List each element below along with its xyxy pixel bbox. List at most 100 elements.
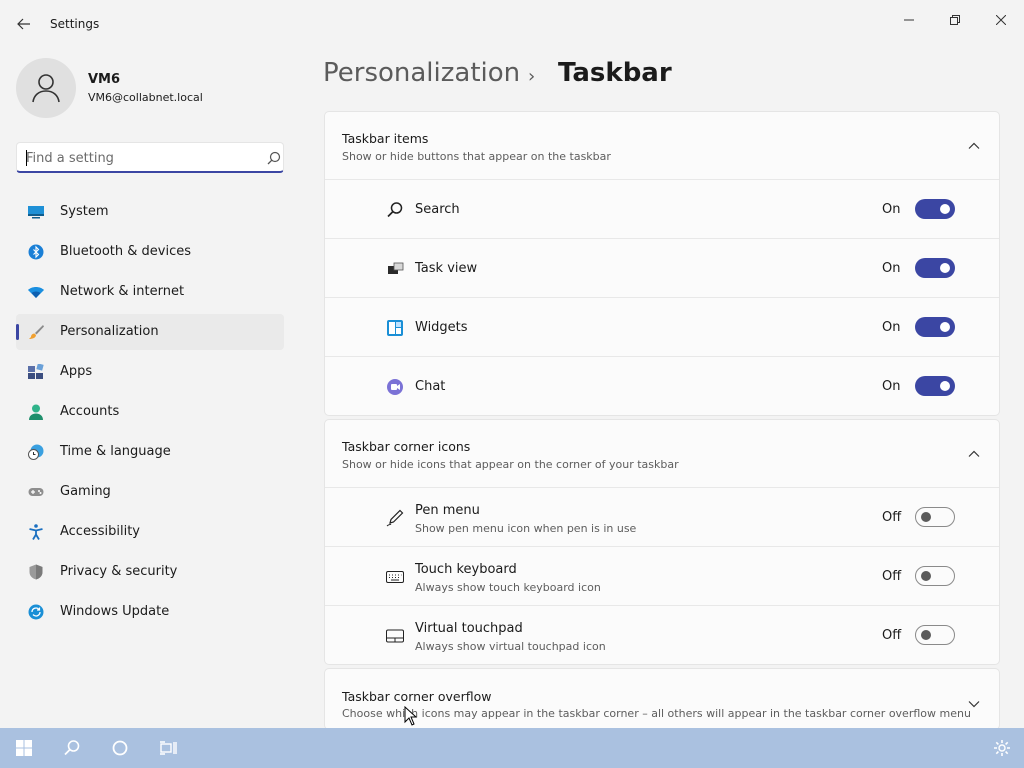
chevron-up-icon[interactable] (967, 447, 981, 461)
update-icon (28, 604, 44, 620)
minimize-icon (904, 19, 914, 21)
back-button[interactable] (10, 12, 38, 36)
widgets-toggle[interactable] (915, 317, 955, 337)
shield-icon (29, 564, 43, 580)
app-title: Settings (50, 17, 100, 31)
section-subtitle: Show or hide buttons that appear on the … (342, 150, 611, 163)
sidebar-item-label: Gaming (60, 484, 111, 499)
taskbar-settings-button[interactable] (990, 736, 1014, 760)
sidebar-item-label: Network & internet (60, 284, 185, 299)
close-button[interactable] (978, 4, 1024, 36)
taskbar (0, 728, 1024, 768)
sidebar-item-bluetooth[interactable]: Bluetooth & devices (16, 234, 284, 270)
chevron-up-icon[interactable] (967, 139, 981, 153)
setting-label: Widgets (415, 320, 468, 335)
task-view-icon (160, 741, 177, 755)
sidebar-item-apps[interactable]: Apps (16, 354, 284, 390)
section-title: Taskbar corner icons (342, 439, 471, 454)
text-caret (26, 150, 27, 166)
search-box[interactable] (16, 142, 284, 173)
breadcrumb-separator: › (528, 66, 536, 87)
search-icon[interactable] (267, 151, 281, 165)
task-view-icon (388, 262, 404, 274)
toggle-knob (921, 571, 931, 581)
task-view-button[interactable] (156, 736, 180, 760)
cortana-button[interactable] (108, 736, 132, 760)
corner-overflow-header[interactable]: Taskbar corner overflow Choose which ico… (325, 669, 999, 731)
sidebar-item-label: Personalization (60, 324, 159, 339)
accessibility-icon (29, 524, 43, 540)
touchpad-icon (386, 629, 404, 643)
task-view-toggle[interactable] (915, 258, 955, 278)
minimize-button[interactable] (886, 4, 932, 36)
setting-label: Search (415, 202, 460, 217)
mouse-cursor-icon (404, 706, 418, 726)
search-icon (64, 740, 80, 756)
setting-row-chat: Chat On (325, 357, 999, 416)
section-subtitle: Choose which icons may appear in the tas… (342, 707, 971, 720)
taskbar-items-header[interactable]: Taskbar items Show or hide buttons that … (325, 112, 999, 180)
search-toggle[interactable] (915, 199, 955, 219)
sidebar-item-label: Time & language (60, 444, 171, 459)
breadcrumb-parent[interactable]: Personalization (323, 58, 520, 88)
setting-row-widgets: Widgets On (325, 298, 999, 357)
sidebar-item-system[interactable]: System (16, 194, 284, 230)
brush-icon (29, 325, 44, 339)
settings-gear-icon (994, 740, 1010, 756)
wifi-icon (28, 287, 44, 298)
start-button[interactable] (12, 736, 36, 760)
widgets-icon (387, 320, 403, 336)
setting-description: Always show virtual touchpad icon (415, 640, 606, 653)
chat-toggle[interactable] (915, 376, 955, 396)
setting-label: Chat (415, 379, 446, 394)
chevron-down-icon[interactable] (967, 697, 981, 711)
sidebar-item-personalization[interactable]: Personalization (16, 314, 284, 350)
sidebar-item-label: Privacy & security (60, 564, 178, 579)
sidebar-item-network[interactable]: Network & internet (16, 274, 284, 310)
avatar[interactable] (16, 58, 76, 118)
touch-keyboard-toggle[interactable] (915, 566, 955, 586)
sidebar-item-accounts[interactable]: Accounts (16, 394, 284, 430)
restore-icon (950, 15, 960, 25)
setting-row-task-view: Task view On (325, 239, 999, 298)
sidebar-item-windows-update[interactable]: Windows Update (16, 594, 284, 630)
user-email: VM6@collabnet.local (88, 91, 203, 104)
search-input[interactable] (26, 149, 246, 167)
apps-icon (28, 364, 44, 379)
sidebar-item-label: Apps (60, 364, 93, 379)
taskbar-search-button[interactable] (60, 736, 84, 760)
sidebar-item-privacy-security[interactable]: Privacy & security (16, 554, 284, 590)
corner-icons-header[interactable]: Taskbar corner icons Show or hide icons … (325, 420, 999, 488)
chat-icon (387, 379, 403, 395)
restore-button[interactable] (932, 4, 978, 36)
toggle-state-text: On (882, 320, 901, 335)
setting-row-virtual-touchpad: Virtual touchpad Always show virtual tou… (325, 606, 999, 665)
search-icon (387, 202, 403, 218)
person-icon (29, 404, 43, 420)
sidebar-item-label: Accessibility (60, 524, 140, 539)
user-name: VM6 (88, 72, 121, 87)
setting-label: Virtual touchpad (415, 621, 523, 636)
setting-row-pen-menu: Pen menu Show pen menu icon when pen is … (325, 488, 999, 547)
bluetooth-icon (28, 244, 44, 260)
toggle-knob (940, 322, 950, 332)
taskbar-items-section: Taskbar items Show or hide buttons that … (324, 111, 1000, 416)
corner-icons-section: Taskbar corner icons Show or hide icons … (324, 419, 1000, 665)
toggle-state-text: On (882, 202, 901, 217)
virtual-touchpad-toggle[interactable] (915, 625, 955, 645)
toggle-state-text: Off (882, 628, 902, 643)
sidebar-item-label: Windows Update (60, 604, 170, 619)
pen-menu-toggle[interactable] (915, 507, 955, 527)
corner-overflow-section: Taskbar corner overflow Choose which ico… (324, 668, 1000, 730)
setting-description: Always show touch keyboard icon (415, 581, 601, 594)
sidebar-item-gaming[interactable]: Gaming (16, 474, 284, 510)
globe-clock-icon (28, 444, 44, 460)
sidebar-item-label: Bluetooth & devices (60, 244, 191, 259)
sidebar-item-accessibility[interactable]: Accessibility (16, 514, 284, 550)
cortana-icon (112, 740, 128, 756)
toggle-knob (940, 381, 950, 391)
start-icon (16, 740, 32, 756)
sidebar-item-label: System (60, 204, 109, 219)
section-title: Taskbar items (342, 131, 429, 146)
sidebar-item-time-language[interactable]: Time & language (16, 434, 284, 470)
